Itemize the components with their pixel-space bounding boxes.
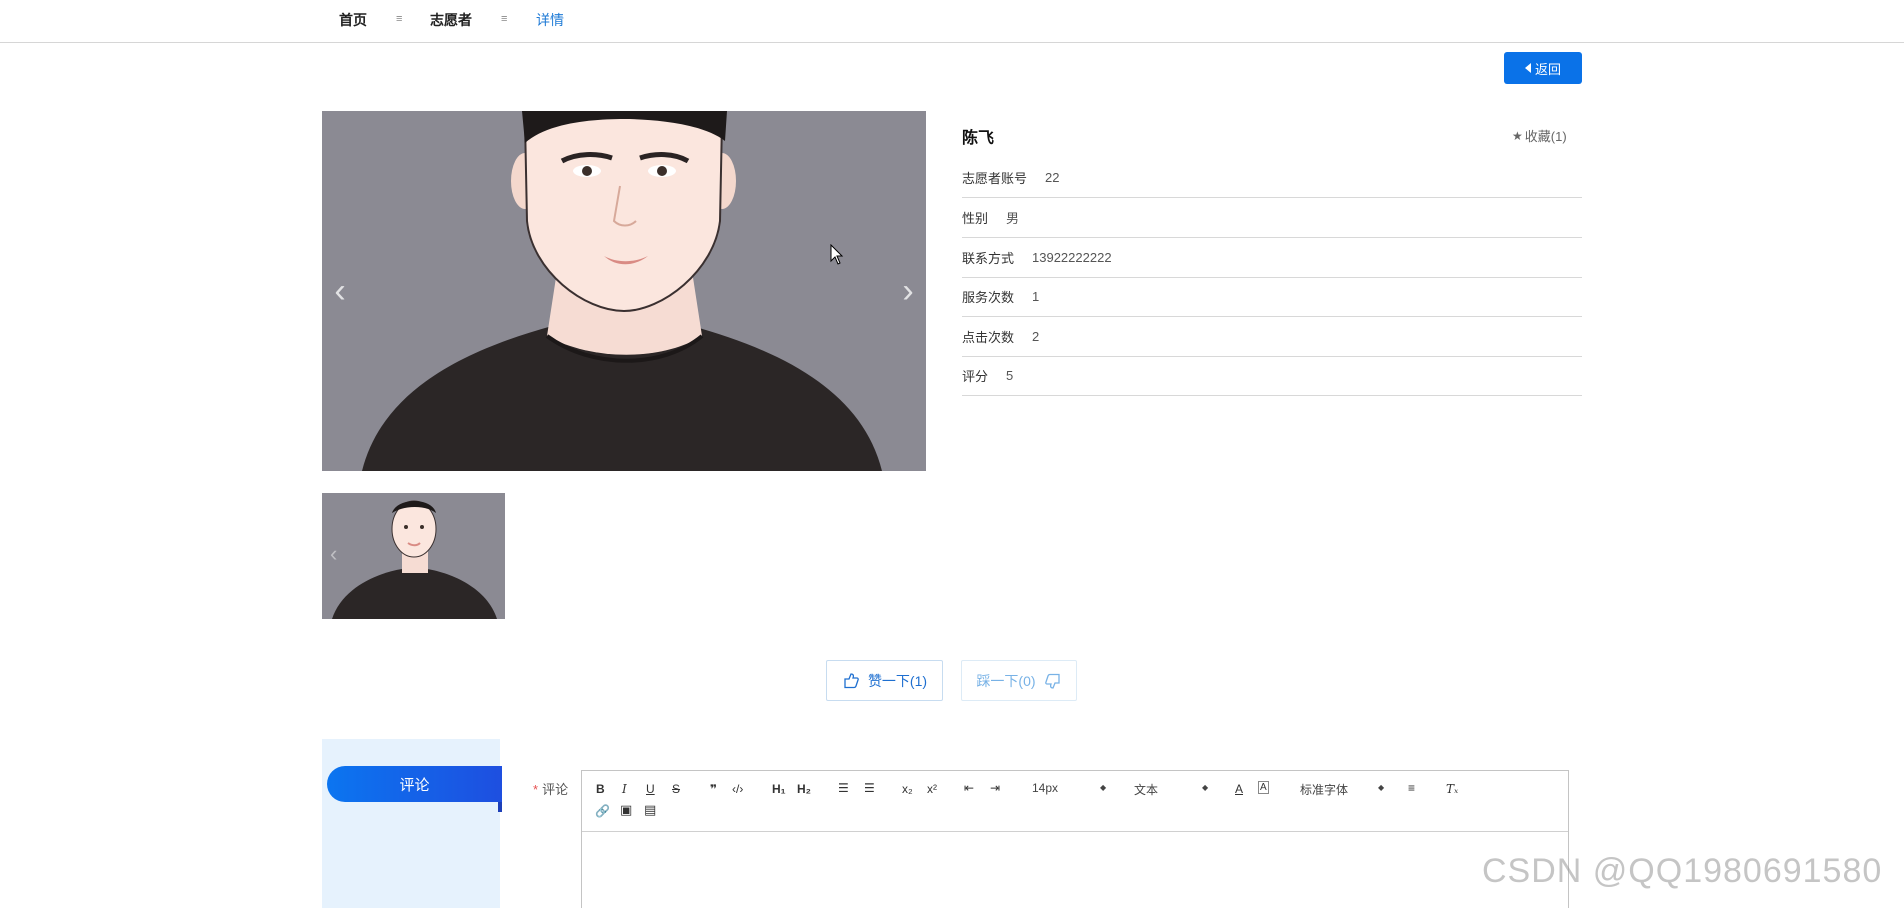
comment-sidebar	[322, 739, 500, 908]
volunteer-photo	[322, 111, 926, 471]
code-block-button[interactable]: ‹/›	[732, 781, 743, 797]
field-value: 1	[1032, 289, 1040, 304]
superscript-button[interactable]: x²	[927, 781, 937, 797]
italic-button[interactable]: I	[622, 781, 627, 797]
font-family-select[interactable]: 标准字体 ◆	[1300, 781, 1385, 798]
tab-comment[interactable]: 评论	[327, 766, 502, 812]
like-label: 赞一下(1)	[867, 672, 928, 689]
required-mark: *	[533, 782, 539, 797]
info-row-rating: 评分 5	[962, 356, 1582, 396]
comment-editor-input[interactable]	[582, 833, 1568, 908]
thumbs-up-icon	[844, 672, 859, 688]
align-button[interactable]: ≡	[1408, 780, 1415, 796]
field-value: 22	[1045, 170, 1060, 185]
breadcrumb-volunteer[interactable]: 志愿者	[430, 11, 472, 29]
info-row-service-count: 服务次数 1	[962, 277, 1582, 317]
volunteer-thumbnail-image	[322, 493, 505, 619]
field-label: 评分	[962, 369, 989, 384]
info-row-click-count: 点击次数 2	[962, 317, 1582, 357]
field-label: 志愿者账号	[962, 171, 1028, 186]
bullet-list-button[interactable]: ☰	[864, 780, 875, 796]
breadcrumb-detail: 详情	[536, 12, 564, 28]
field-label: 性别	[962, 211, 989, 226]
info-row-gender: 性别 男	[962, 198, 1582, 238]
carousel-next-button[interactable]: ›	[896, 271, 920, 311]
background-color-button[interactable]: A	[1258, 781, 1269, 794]
font-color-button[interactable]: A	[1235, 781, 1243, 797]
caret-left-icon	[1524, 63, 1531, 73]
favorite-button[interactable]: ★ 收藏(1)	[1512, 126, 1567, 145]
field-label: 点击次数	[962, 330, 1015, 345]
breadcrumb-separator: ≡	[501, 13, 508, 25]
photo-thumbnail[interactable]: ‹	[322, 493, 505, 619]
underline-button[interactable]: U	[646, 781, 655, 797]
font-size-select[interactable]: 14px ◆	[1032, 781, 1108, 795]
field-label: 服务次数	[962, 290, 1015, 305]
back-button[interactable]: 返回	[1504, 52, 1582, 84]
ordered-list-button[interactable]: ☰	[838, 780, 849, 796]
select-caret-icon: ◆	[1202, 783, 1209, 792]
field-value: 13922222222	[1032, 250, 1112, 265]
link-icon[interactable]: 🔗	[595, 803, 610, 819]
star-icon: ★	[1512, 128, 1523, 143]
like-button[interactable]: 赞一下(1)	[826, 660, 943, 701]
dislike-button[interactable]: 踩一下(0)	[961, 660, 1077, 701]
mouse-cursor-icon	[830, 244, 844, 265]
field-label: 联系方式	[962, 251, 1015, 266]
font-family-value: 标准字体	[1300, 783, 1349, 797]
video-icon[interactable]: ▤	[644, 802, 656, 818]
back-button-label: 返回	[1534, 61, 1561, 77]
watermark: CSDN @QQ1980691580	[1482, 852, 1883, 890]
breadcrumb-home[interactable]: 首页	[339, 11, 367, 29]
dislike-label: 踩一下(0)	[976, 672, 1036, 689]
carousel-prev-button[interactable]: ‹	[328, 271, 352, 311]
thumbnail-prev-icon: ‹	[330, 541, 338, 566]
info-row-contact: 联系方式 13922222222	[962, 238, 1582, 278]
field-value: 男	[1006, 211, 1020, 226]
info-row-account: 志愿者账号 22	[962, 158, 1582, 198]
volunteer-name: 陈飞	[962, 130, 995, 147]
comment-field-label: * 评论	[533, 779, 568, 798]
thumbs-down-icon	[1044, 673, 1060, 689]
heading1-button[interactable]: H₁	[772, 781, 786, 797]
select-caret-icon: ◆	[1100, 783, 1107, 792]
heading2-button[interactable]: H₂	[797, 781, 811, 797]
strike-button[interactable]: S	[672, 781, 680, 797]
breadcrumb-separator: ≡	[396, 13, 403, 25]
outdent-button[interactable]: ⇤	[964, 780, 974, 796]
editor-toolbar: B I U S ❞ ‹/› H₁ H₂ ☰ ☰ x₂ x² ⇤ ⇥ 14px ◆…	[582, 771, 1568, 832]
comment-label-text: 评论	[542, 782, 569, 797]
image-icon[interactable]: ▣	[620, 802, 632, 818]
select-caret-icon: ◆	[1378, 783, 1385, 792]
header-value: 文本	[1134, 783, 1159, 797]
rich-text-editor: B I U S ❞ ‹/› H₁ H₂ ☰ ☰ x₂ x² ⇤ ⇥ 14px ◆…	[581, 770, 1569, 908]
photo-carousel[interactable]: ‹ ›	[322, 111, 926, 471]
bold-button[interactable]: B	[596, 781, 605, 797]
field-value: 2	[1032, 329, 1040, 344]
field-value: 5	[1006, 368, 1014, 383]
breadcrumb-bar: 首页 ≡ 志愿者 ≡ 详情	[0, 0, 1904, 43]
font-size-value: 14px	[1032, 781, 1059, 795]
indent-button[interactable]: ⇥	[990, 780, 1000, 796]
blockquote-button[interactable]: ❞	[710, 781, 717, 797]
header-select[interactable]: 文本 ◆	[1134, 781, 1210, 798]
favorite-label: 收藏(1)	[1524, 129, 1567, 144]
subscript-button[interactable]: x₂	[902, 781, 913, 797]
clear-format-button[interactable]: Tₓ	[1446, 781, 1458, 797]
